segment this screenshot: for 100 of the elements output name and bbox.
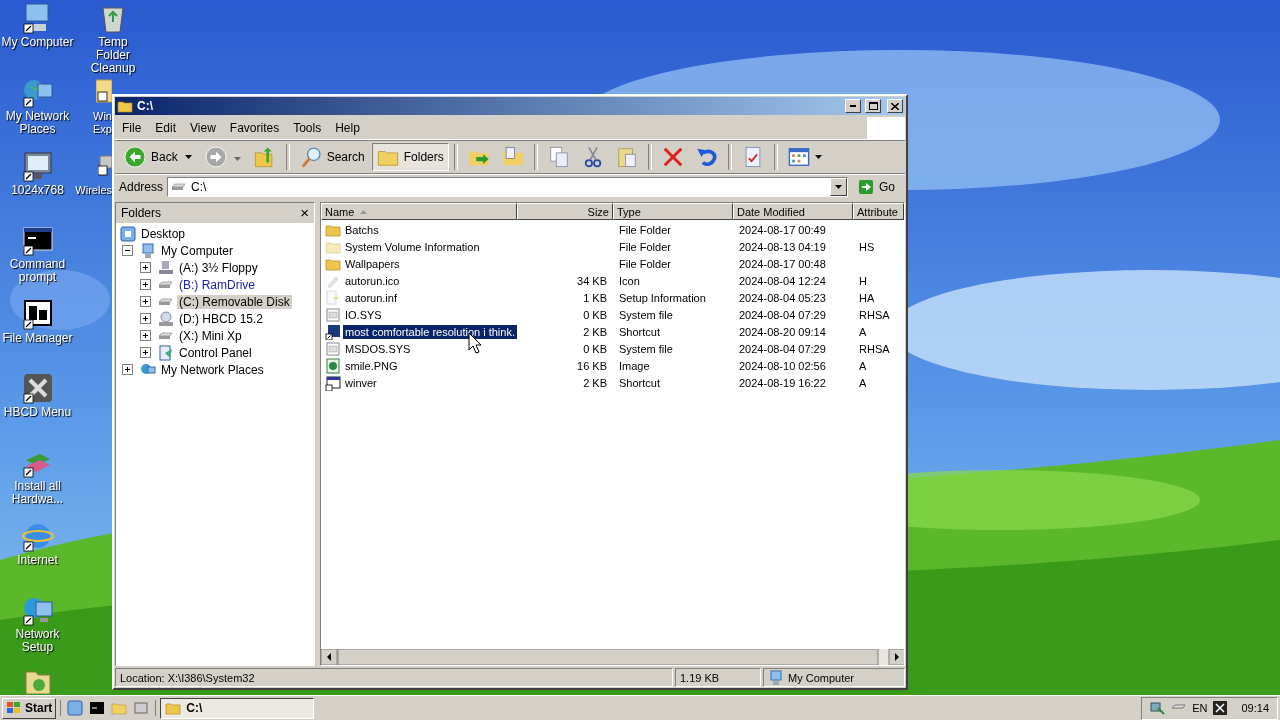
file-name[interactable]: System Volume Information [343, 239, 482, 254]
address-field[interactable]: C:\ [167, 177, 848, 197]
file-name[interactable]: IO.SYS [343, 307, 384, 322]
caret-icon[interactable] [184, 154, 192, 159]
file-name[interactable]: Wallpapers [343, 256, 402, 271]
column-header[interactable]: Date Modified [733, 203, 853, 220]
table-cell-text: HA [858, 291, 876, 304]
expand-icon[interactable] [140, 347, 151, 358]
tree-item[interactable]: (A:) 3½ Floppy [177, 260, 260, 275]
table-cell-text: 2024-08-17 00:49 [738, 223, 827, 236]
expand-icon[interactable] [140, 279, 151, 290]
tools-icon[interactable] [21, 372, 54, 404]
table-cell-text: 2024-08-20 09:14 [738, 325, 827, 338]
expand-icon[interactable] [140, 296, 151, 307]
tree-item[interactable]: (X:) Mini Xp [177, 328, 244, 343]
windows-flag-icon [6, 700, 22, 716]
caret-icon[interactable] [814, 154, 822, 159]
tree-item[interactable]: Desktop [139, 226, 188, 241]
table-cell-text: File Folder [618, 223, 672, 236]
tree-item[interactable]: My Network Places [159, 362, 266, 377]
table-cell-text: 2024-08-04 12:24 [738, 274, 827, 287]
file-name[interactable]: MSDOS.SYS [343, 341, 413, 356]
folder-icon [165, 700, 182, 716]
collapse-icon[interactable] [122, 245, 133, 256]
table-cell-text: A [858, 359, 868, 372]
window-title: C:\ [137, 99, 154, 113]
file-name[interactable]: most comfortable resolution i think. [343, 324, 517, 339]
menu-item[interactable]: View [183, 121, 223, 135]
file-name[interactable]: Batchs [343, 222, 381, 237]
table-cell-text: A [858, 325, 868, 338]
icon-label[interactable]: Command prompt [0, 258, 75, 284]
task-button[interactable]: C:\ [160, 697, 315, 719]
floppy-drive-icon [158, 259, 174, 276]
delete-icon [661, 145, 684, 168]
terminal-icon[interactable] [89, 700, 106, 716]
expand-icon[interactable] [140, 313, 151, 324]
minimize-button[interactable] [845, 99, 861, 113]
scrollbar[interactable] [321, 649, 904, 665]
expand-icon[interactable] [140, 262, 151, 273]
maximize-button[interactable] [865, 99, 881, 113]
column-header[interactable]: Type [613, 203, 733, 220]
icon-label[interactable]: Network Setup [0, 628, 75, 654]
menu-item[interactable]: Edit [148, 121, 184, 135]
file-name[interactable]: autorun.inf [343, 290, 399, 305]
menu-item[interactable]: Tools [286, 121, 329, 135]
status-text: My Computer [788, 671, 855, 684]
tree-item[interactable]: (B:) RamDrive [177, 277, 257, 292]
file-name[interactable]: autorun.ico [343, 273, 402, 288]
tree-item[interactable]: (C:) Removable Disk [177, 294, 292, 309]
terminal-icon[interactable] [21, 224, 54, 256]
close-button[interactable] [887, 99, 903, 113]
monitor-icon[interactable] [21, 150, 54, 182]
close-icon [891, 102, 899, 110]
folders-button[interactable]: Folders [371, 142, 449, 171]
desktop-icon[interactable] [67, 700, 84, 716]
column-header[interactable]: Name [321, 203, 517, 220]
menu-item[interactable]: File [115, 121, 149, 135]
expand-icon[interactable] [122, 364, 133, 375]
table-cell-text: 16 KB [576, 359, 608, 372]
back-button[interactable]: Back [119, 142, 183, 171]
table-cell-text: File Folder [618, 240, 672, 253]
views-icon [787, 145, 810, 168]
search-icon [299, 145, 322, 168]
language-indicator[interactable]: EN [1192, 702, 1208, 714]
close-button[interactable]: × [300, 206, 309, 220]
up-folder-icon [253, 145, 276, 168]
column-header[interactable]: Size [517, 203, 613, 220]
table-cell-text: 2024-08-17 00:48 [738, 257, 827, 270]
menu-item[interactable]: Favorites [222, 121, 287, 135]
file-name[interactable]: smile.PNG [343, 358, 400, 373]
icon-label[interactable]: My Computer [1, 36, 74, 49]
table-cell-text: 2 KB [582, 376, 608, 389]
folder-page-icon [501, 145, 524, 168]
table-cell-text: Setup Information [618, 291, 707, 304]
file-name[interactable]: winver [343, 375, 379, 390]
table-cell-text: File Folder [618, 257, 672, 270]
go-button[interactable]: Go [852, 179, 901, 195]
tree-item[interactable]: Control Panel [177, 345, 254, 360]
clock[interactable]: 09:14 [1241, 702, 1269, 714]
computer-icon [768, 669, 784, 686]
table-cell-text: A [858, 376, 868, 389]
icon-label[interactable]: Temp Folder Cleanup [82, 36, 144, 75]
archive-icon[interactable] [21, 298, 54, 330]
dropdown-button[interactable] [830, 178, 847, 196]
table-cell-text: 2024-08-04 07:29 [738, 308, 827, 321]
search-button[interactable]: Search [294, 142, 370, 171]
expand-icon[interactable] [140, 330, 151, 341]
table-cell-text: Shortcut [618, 325, 661, 338]
close-icon[interactable] [1212, 700, 1229, 716]
column-header[interactable]: Attribute [853, 203, 904, 220]
icon-label[interactable]: 1024x768 [11, 184, 64, 197]
icon-label[interactable]: My Network Places [0, 110, 75, 136]
icon-label[interactable]: Wireles [75, 184, 112, 197]
tree-item[interactable]: (D:) HBCD 15.2 [177, 311, 266, 326]
start-button[interactable]: Start [2, 697, 57, 719]
table-cell-text: 0 KB [582, 342, 608, 355]
icon-label[interactable]: Win Exp [93, 110, 112, 136]
caret-icon[interactable] [835, 185, 842, 189]
tree-item[interactable]: My Computer [159, 243, 236, 258]
menu-item[interactable]: Help [328, 121, 367, 135]
